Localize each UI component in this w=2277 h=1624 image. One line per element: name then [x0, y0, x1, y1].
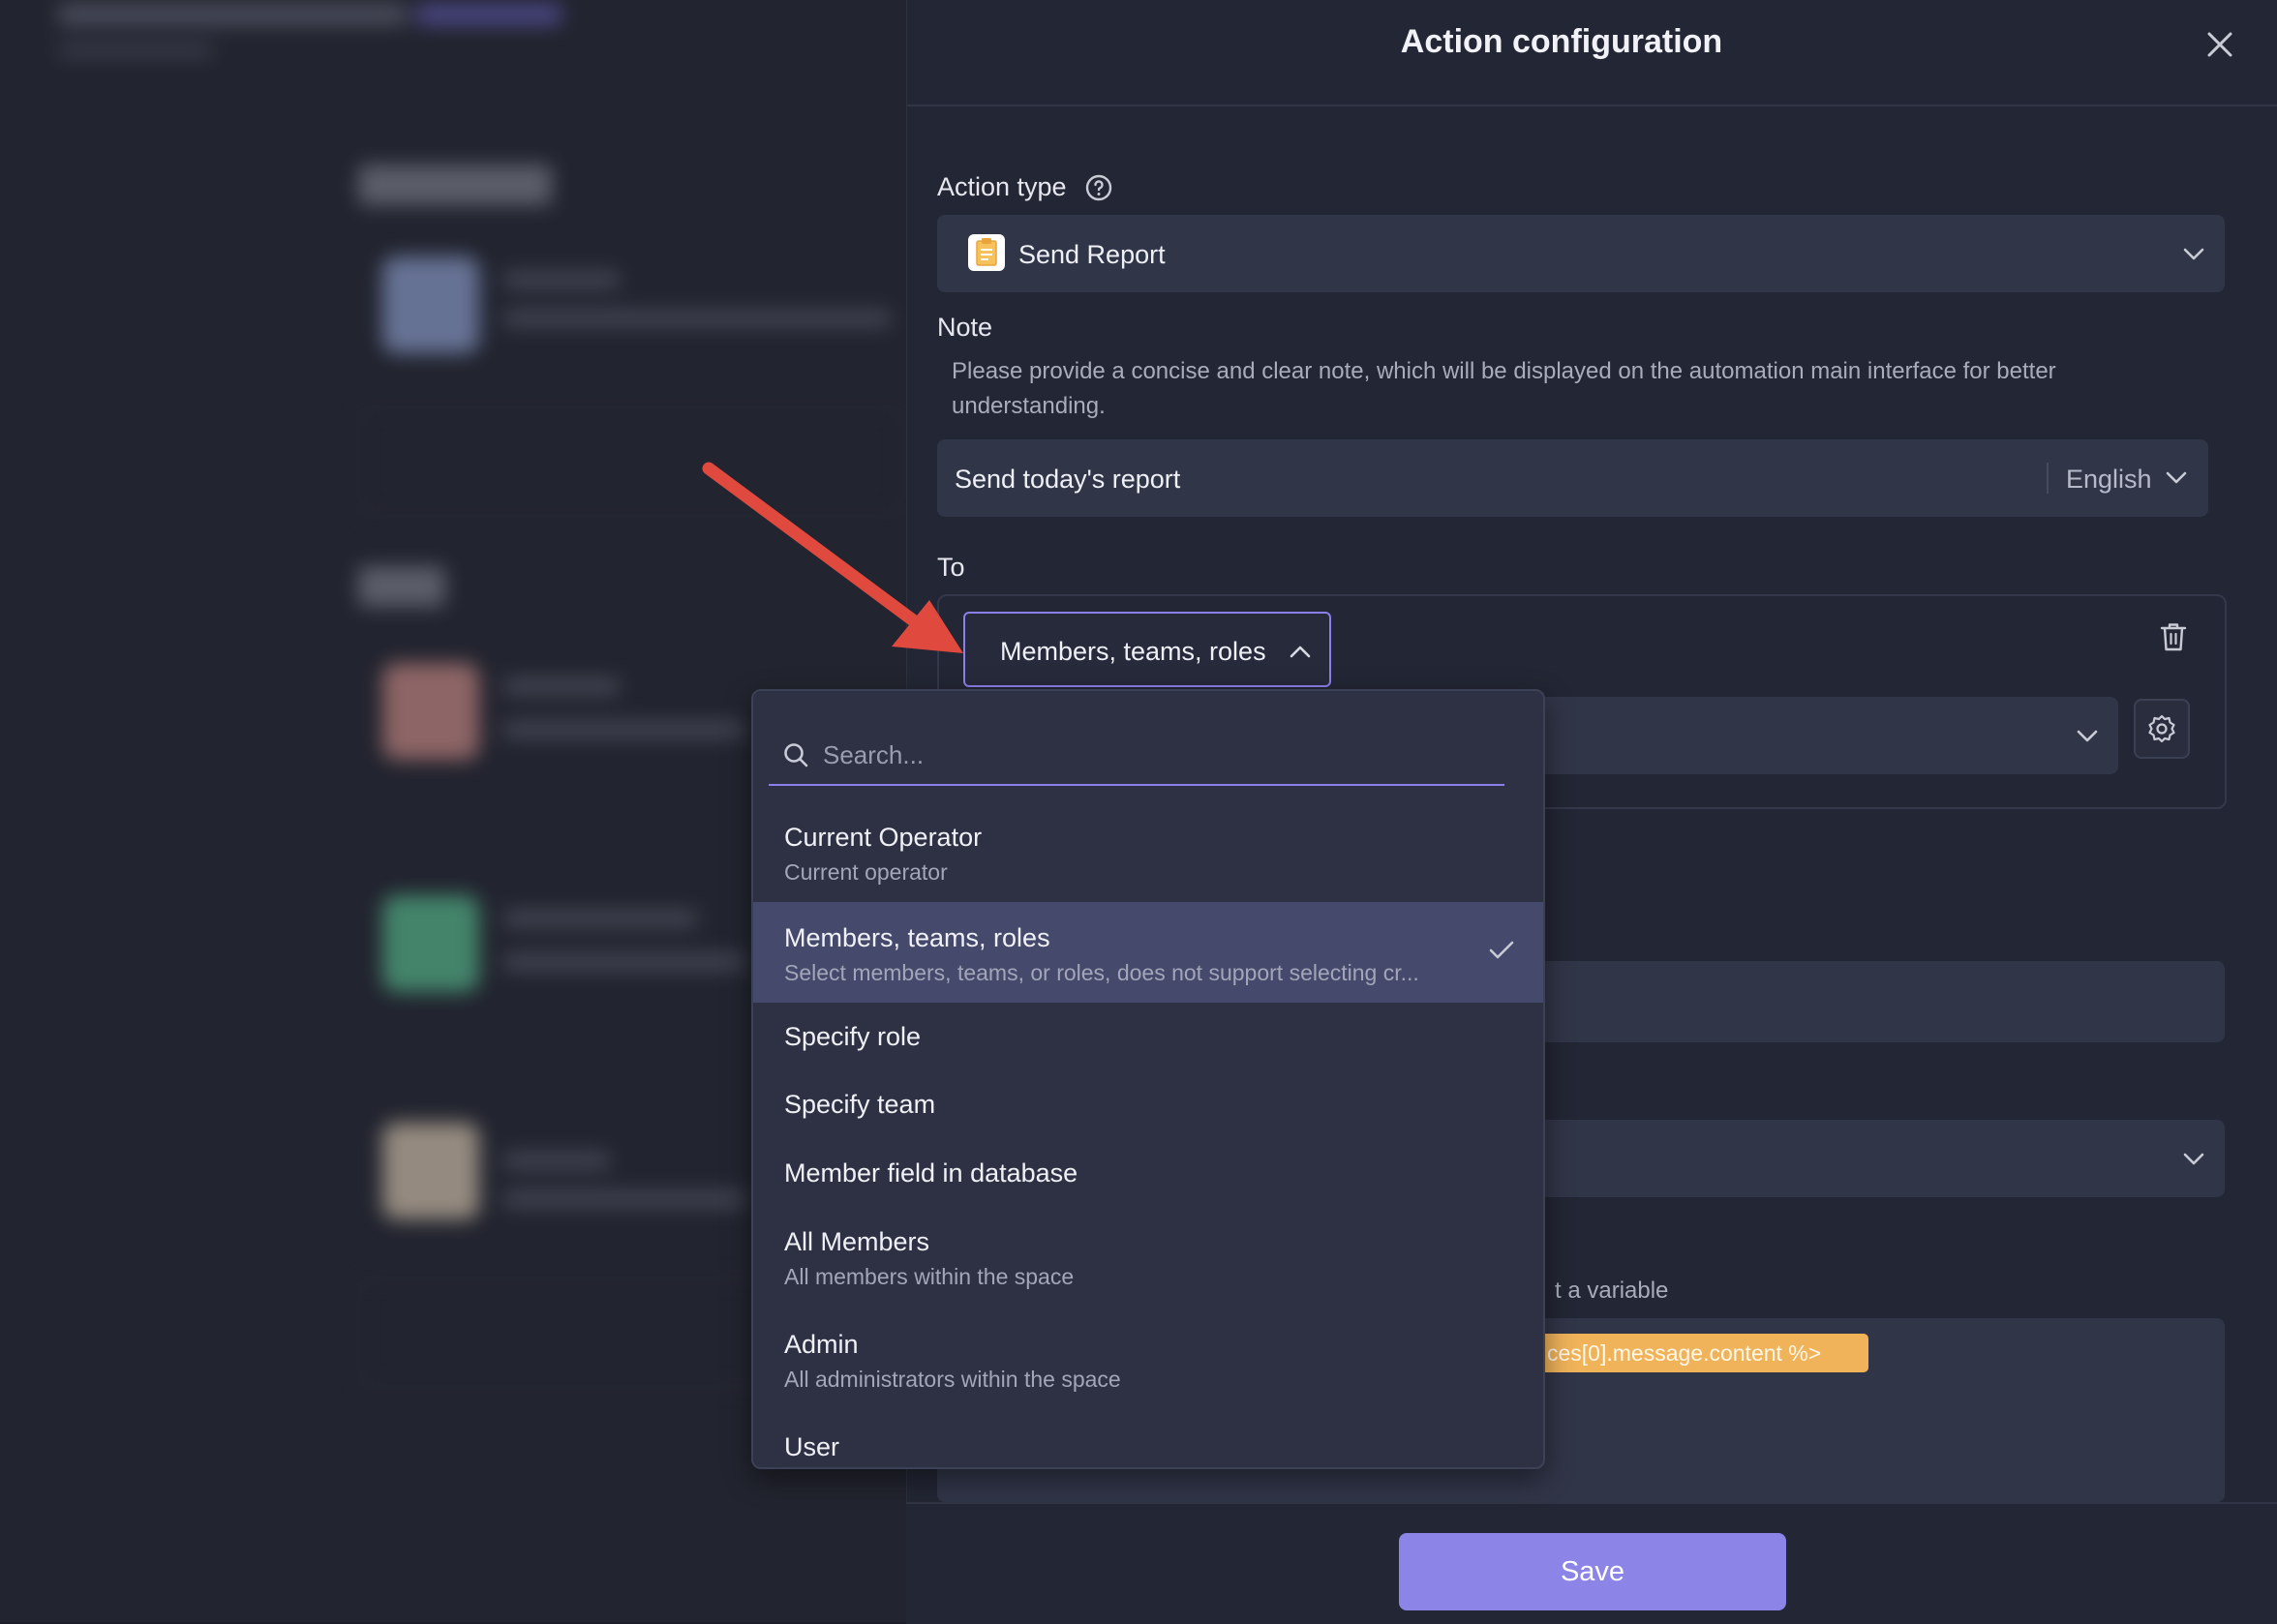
- chevron-down-icon: [2077, 730, 2098, 742]
- option-title: Admin: [784, 1330, 859, 1359]
- action-type-select[interactable]: Send Report: [937, 215, 2225, 292]
- action-type-value: Send Report: [1018, 240, 1166, 269]
- note-description: Please provide a concise and clear note,…: [952, 358, 2056, 419]
- variable-hint: t a variable: [1555, 1278, 1669, 1304]
- option-admin[interactable]: Admin All administrators within the spac…: [753, 1308, 1543, 1409]
- option-title: Members, teams, roles: [784, 923, 1050, 952]
- note-input-value: Send today's report: [955, 465, 1181, 494]
- option-members-teams-roles[interactable]: Members, teams, roles Select members, te…: [753, 902, 1543, 1003]
- panel-title: Action configuration: [1400, 23, 1723, 60]
- trash-icon[interactable]: [2159, 621, 2188, 652]
- recipient-select[interactable]: [1539, 697, 2118, 774]
- settings-button[interactable]: [2134, 699, 2190, 759]
- recipient-type-value: Members, teams, roles: [1000, 637, 1266, 666]
- option-title: Current Operator: [784, 823, 983, 852]
- save-button[interactable]: Save: [1399, 1533, 1786, 1610]
- hidden-select-2[interactable]: [1539, 1120, 2225, 1197]
- close-icon[interactable]: [2201, 25, 2239, 64]
- option-specify-team[interactable]: Specify team: [753, 1070, 1543, 1139]
- help-icon[interactable]: [1084, 173, 1113, 202]
- language-divider: [2047, 463, 2049, 494]
- language-select[interactable]: English: [2066, 465, 2152, 495]
- gear-icon: [2148, 714, 2175, 743]
- option-title: User: [784, 1432, 840, 1461]
- dropdown-search: [769, 726, 1504, 786]
- chevron-down-icon: [2183, 1153, 2204, 1165]
- option-title: Specify role: [784, 1022, 922, 1051]
- action-type-label: Action type: [937, 172, 1067, 201]
- chevron-down-icon: [2183, 248, 2204, 260]
- option-subtitle: Select members, teams, or roles, does no…: [784, 960, 1419, 985]
- search-input[interactable]: [821, 734, 1483, 776]
- option-subtitle: All members within the space: [784, 1264, 1075, 1289]
- option-user[interactable]: User: [753, 1409, 1543, 1467]
- note-label: Note: [937, 313, 993, 342]
- report-icon: [968, 234, 1005, 271]
- chevron-up-icon: [1290, 646, 1311, 658]
- option-specify-role[interactable]: Specify role: [753, 1003, 1543, 1070]
- variable-chip[interactable]: ces[0].message.content %>: [1539, 1334, 1868, 1372]
- search-icon: [784, 743, 808, 767]
- annotation-arrow: [702, 462, 963, 653]
- option-all-members[interactable]: All Members All members within the space: [753, 1208, 1543, 1308]
- note-input[interactable]: Send today's report English: [937, 439, 2208, 517]
- chevron-down-icon[interactable]: [2163, 464, 2190, 491]
- hidden-field-1[interactable]: [1539, 961, 2225, 1042]
- check-icon: [1489, 941, 1514, 959]
- option-member-field[interactable]: Member field in database: [753, 1139, 1543, 1208]
- option-subtitle: Current operator: [784, 859, 948, 885]
- option-title: All Members: [784, 1227, 930, 1256]
- panel-header: Action configuration: [907, 0, 2277, 106]
- option-title: Specify team: [784, 1090, 936, 1119]
- recipient-type-dropdown: Current Operator Current operator Member…: [751, 689, 1545, 1469]
- option-subtitle: All administrators within the space: [784, 1367, 1121, 1392]
- recipient-type-select[interactable]: Members, teams, roles: [963, 612, 1331, 687]
- option-title: Member field in database: [784, 1158, 1078, 1188]
- option-current-operator[interactable]: Current Operator Current operator: [753, 801, 1543, 902]
